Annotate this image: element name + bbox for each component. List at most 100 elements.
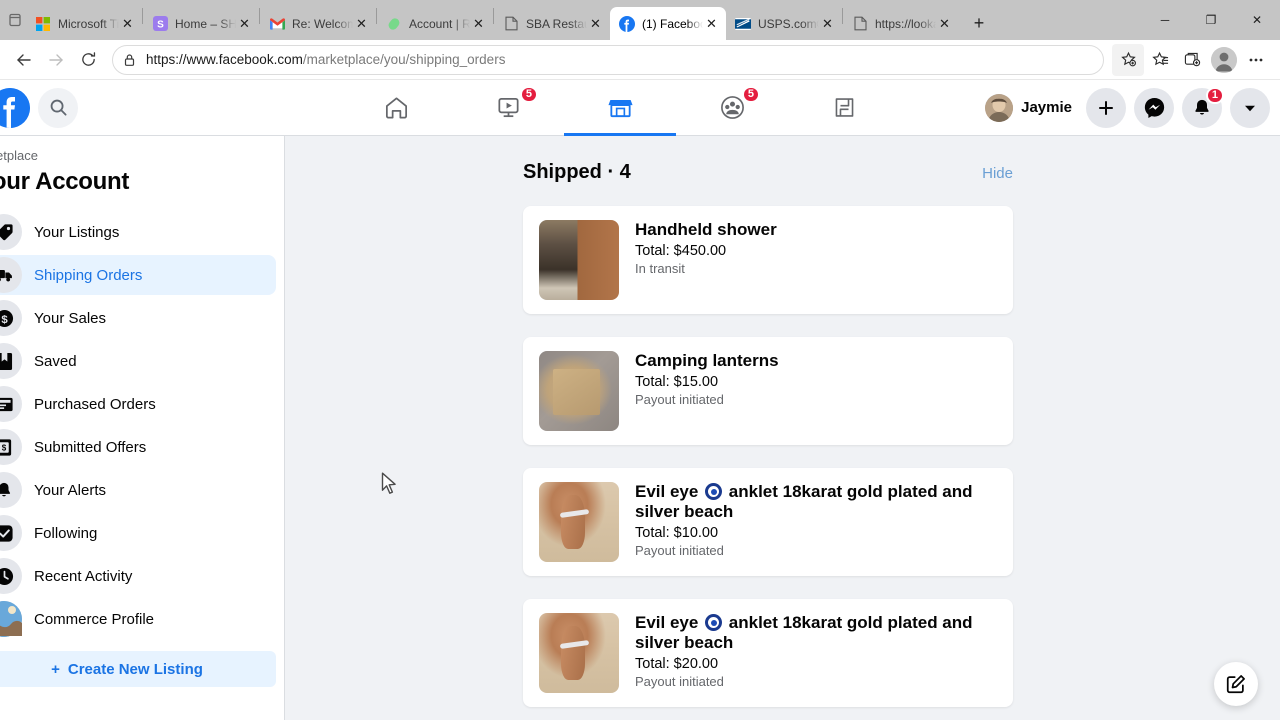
- sidebar-item-your-alerts[interactable]: Your Alerts: [0, 470, 276, 510]
- back-button[interactable]: [8, 44, 40, 76]
- sidebar-item-purchased-orders[interactable]: Purchased Orders: [0, 384, 276, 424]
- facebook-icon: [619, 15, 635, 32]
- groups-badge: 5: [741, 85, 760, 103]
- collections-icon[interactable]: [1176, 44, 1208, 76]
- browser-tab[interactable]: (1) Facebook✕: [610, 7, 726, 40]
- browser-tab[interactable]: SBA Restaura✕: [494, 7, 610, 40]
- order-title-text: Evil eye: [635, 613, 699, 632]
- messenger-button[interactable]: [1134, 87, 1174, 128]
- order-title-text: Evil eye: [635, 482, 699, 501]
- new-tab-button[interactable]: +: [964, 8, 994, 38]
- order-card[interactable]: Evil eye anklet 18karat gold plated and …: [523, 599, 1013, 707]
- truck-icon: [0, 257, 22, 293]
- order-card[interactable]: Camping lanterns Total: $15.00 Payout init…: [523, 337, 1013, 445]
- add-favorite-icon[interactable]: [1112, 43, 1144, 76]
- order-title-text: Camping lanterns: [635, 351, 779, 370]
- address-bar[interactable]: https://www.facebook.com/marketplace/you…: [112, 44, 1104, 75]
- section-header: Shipped · 4 Hide: [523, 161, 1013, 184]
- order-card[interactable]: Evil eye anklet 18karat gold plated and …: [523, 468, 1013, 576]
- sidebar-item-following[interactable]: Following: [0, 513, 276, 553]
- sidebar-item-recent-activity[interactable]: Recent Activity: [0, 556, 276, 596]
- browser-tab[interactable]: Re: Welcome✕: [260, 7, 376, 40]
- marketplace-sidebar: arketplace Your Account Your Listings Shi…: [0, 136, 285, 720]
- tab-actions-icon[interactable]: [4, 0, 26, 40]
- order-info: Evil eye anklet 18karat gold plated and …: [635, 613, 997, 693]
- order-thumbnail: [539, 220, 619, 300]
- order-title: Handheld shower: [635, 220, 997, 240]
- tab-close-icon[interactable]: ✕: [119, 15, 136, 32]
- nav-tab-marketplace[interactable]: [564, 80, 676, 136]
- browser-tab[interactable]: https://looka ✕: [843, 7, 959, 40]
- account-button[interactable]: Jaymie: [979, 93, 1078, 122]
- search-icon[interactable]: [38, 87, 78, 128]
- order-card[interactable]: Handheld shower Total: $450.00 In transit: [523, 206, 1013, 314]
- svg-text:$: $: [2, 443, 7, 452]
- refresh-button[interactable]: [72, 44, 104, 76]
- order-total: Total: $20.00: [635, 656, 719, 673]
- tab-close-icon[interactable]: ✕: [470, 15, 487, 32]
- hide-link[interactable]: Hide: [982, 165, 1013, 182]
- order-status: Payout initiated: [635, 392, 724, 408]
- gmail-icon: [269, 16, 285, 32]
- toolbar-icons: [1112, 43, 1272, 76]
- notifications-badge: 1: [1205, 86, 1224, 104]
- tab-title: Microsoft Tip: [58, 16, 119, 31]
- order-total: Total: $10.00: [635, 525, 719, 542]
- browser-tab[interactable]: USPS.com® ✕: [726, 7, 842, 40]
- order-status: In transit: [635, 261, 685, 277]
- tab-close-icon[interactable]: ✕: [819, 15, 836, 32]
- navbar-left: [0, 87, 300, 128]
- tab-close-icon[interactable]: ✕: [236, 15, 253, 32]
- order-status: Payout initiated: [635, 543, 724, 559]
- settings-more-icon[interactable]: [1240, 44, 1272, 76]
- svg-text:S: S: [157, 19, 164, 30]
- sidebar-item-submitted-offers[interactable]: $ Submitted Offers: [0, 427, 276, 467]
- tab-title: USPS.com®: [758, 16, 819, 31]
- page-icon: [503, 16, 519, 32]
- tab-strip: Microsoft Tip✕SHome – SHA✕Re: Welcome✕Ac…: [0, 0, 1280, 40]
- sidebar-item-your-listings[interactable]: Your Listings: [0, 212, 276, 252]
- order-title: Evil eye anklet 18karat gold plated and …: [635, 482, 997, 522]
- browser-tab[interactable]: Microsoft Tip✕: [26, 7, 142, 40]
- browser-tab[interactable]: Account | Rol✕: [377, 7, 493, 40]
- sidebar-item-saved[interactable]: Saved: [0, 341, 276, 381]
- favorites-icon[interactable]: [1144, 44, 1176, 76]
- url-domain: https://www.facebook.com: [146, 52, 303, 67]
- sharepoint-icon: S: [152, 16, 168, 32]
- tab-close-icon[interactable]: ✕: [936, 15, 953, 32]
- notifications-button[interactable]: 1: [1182, 86, 1224, 128]
- clock-icon: [0, 558, 22, 594]
- browser-profile-icon[interactable]: [1208, 44, 1240, 76]
- forward-button[interactable]: [40, 44, 72, 76]
- tab-close-icon[interactable]: ✕: [587, 15, 604, 32]
- create-new-listing-button[interactable]: + Create New Listing: [0, 651, 276, 687]
- page-title: Your Account: [0, 168, 130, 195]
- sidebar-item-your-sales[interactable]: $ Your Sales: [0, 298, 276, 338]
- order-info: Evil eye anklet 18karat gold plated and …: [635, 482, 997, 562]
- minimize-button[interactable]: ─: [1142, 3, 1188, 37]
- sidebar-item-shipping-orders[interactable]: Shipping Orders: [0, 255, 276, 295]
- breadcrumb[interactable]: arketplace: [0, 136, 284, 163]
- account-name: Jaymie: [1021, 99, 1072, 116]
- account-menu-button[interactable]: [1230, 87, 1270, 128]
- sidebar-item-commerce-profile[interactable]: Commerce Profile: [0, 599, 276, 639]
- tag-icon: [0, 214, 22, 250]
- facebook-page: 5 5 Jaymie 1 tplace ur Account Your List…: [0, 80, 1280, 720]
- maximize-button[interactable]: ❐: [1188, 3, 1234, 37]
- sidebar-item-label: Your Alerts: [34, 481, 106, 499]
- nav-tab-groups[interactable]: 5: [676, 80, 788, 136]
- nav-tab-watch[interactable]: 5: [452, 80, 564, 136]
- sidebar-item-label: Submitted Offers: [34, 438, 147, 456]
- evil-eye-icon: [705, 614, 723, 631]
- tab-close-icon[interactable]: ✕: [703, 15, 720, 32]
- tab-close-icon[interactable]: ✕: [353, 15, 370, 32]
- close-window-button[interactable]: ✕: [1234, 3, 1280, 37]
- browser-toolbar: https://www.facebook.com/marketplace/you…: [0, 40, 1280, 80]
- compose-icon[interactable]: [1214, 662, 1258, 706]
- browser-tab[interactable]: S Home – SHA✕: [143, 7, 259, 40]
- browser-tabs: Microsoft Tip✕SHome – SHA✕Re: Welcome✕Ac…: [26, 0, 959, 40]
- create-button[interactable]: [1086, 87, 1126, 128]
- facebook-logo-icon[interactable]: [0, 87, 30, 128]
- nav-tab-home[interactable]: [340, 80, 452, 136]
- nav-tab-gaming[interactable]: [788, 80, 900, 136]
